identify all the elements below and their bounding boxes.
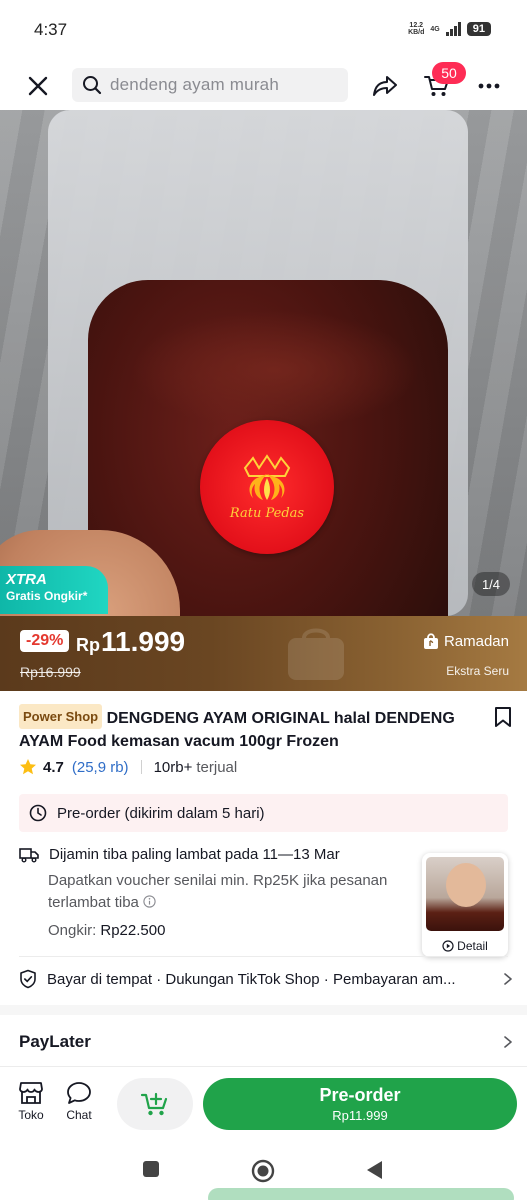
shop-label: Toko — [18, 1108, 44, 1122]
rating-count[interactable]: (25,9 rb) — [72, 759, 129, 776]
search-icon — [83, 76, 102, 95]
services-text: Bayar di tempat · Dukungan TikTok Shop ·… — [47, 970, 456, 988]
network-speed: 12.2 KB/d — [408, 22, 425, 36]
clock-icon — [29, 804, 47, 822]
search-input[interactable]: dendeng ayam murah — [72, 68, 348, 102]
shield-icon — [20, 969, 36, 989]
preorder-button[interactable]: Pre-order Rp11.999 — [203, 1078, 517, 1130]
services-row[interactable]: Bayar di tempat · Dukungan TikTok Shop ·… — [19, 969, 513, 989]
more-options-button[interactable] — [474, 70, 504, 102]
paylater-label: PayLater — [19, 1032, 91, 1051]
share-icon — [373, 76, 397, 96]
add-to-cart-button[interactable] — [117, 1078, 193, 1130]
bookmark-icon[interactable] — [493, 706, 513, 728]
preorder-button-price: Rp11.999 — [332, 1108, 388, 1123]
floating-video-preview[interactable]: Detail — [422, 853, 508, 957]
add-to-cart-icon — [140, 1092, 168, 1116]
status-time: 4:37 — [34, 20, 68, 39]
more-icon — [478, 83, 500, 89]
product-image-gallery[interactable]: Ratu Pedas XTRA Gratis Ongkir* 1/4 — [0, 110, 527, 616]
brand-sticker: Ratu Pedas — [200, 420, 334, 554]
xtra-free-shipping-badge: XTRA Gratis Ongkir* — [0, 566, 108, 614]
sold-label: terjual — [196, 758, 238, 776]
chat-icon — [67, 1082, 91, 1104]
delivery-guarantee: Dijamin tiba paling lambat pada 11—13 Ma… — [49, 846, 340, 863]
cart-count-badge: 50 — [432, 62, 466, 84]
product-title-block: Power Shop DENGDENG AYAM ORIGINAL halal … — [19, 704, 513, 753]
square-nav-icon[interactable] — [142, 1160, 160, 1178]
shipping-cost: Ongkir: Rp22.500 — [48, 922, 166, 939]
preorder-notice: Pre-order (dikirim dalam 5 hari) — [19, 794, 508, 832]
video-thumbnail — [426, 857, 504, 931]
play-icon — [442, 940, 454, 952]
current-price: Rp 11.999 — [76, 626, 186, 657]
status-indicators: 12.2 KB/d 4G 91 — [408, 22, 491, 36]
campaign-tag[interactable]: Ramadan — [422, 632, 509, 650]
bottom-action-bar: Toko Chat Pre-order Rp11.999 — [0, 1066, 527, 1140]
discount-badge: -29% — [20, 630, 70, 652]
chevron-right-icon — [504, 973, 512, 985]
flame-crown-icon — [243, 453, 291, 500]
original-price: Rp16.999 — [20, 664, 81, 680]
circle-nav-icon[interactable] — [251, 1159, 275, 1183]
chat-button[interactable]: Chat — [66, 1081, 92, 1122]
shopping-bag-icon — [423, 633, 438, 649]
store-icon — [19, 1082, 43, 1104]
price-banner: -29% Rp 11.999 Rp16.999 Ramadan Ekstra S… — [0, 616, 527, 691]
video-detail-label: Detail — [422, 939, 508, 953]
ghost-overlay — [0, 1186, 527, 1200]
shop-button[interactable]: Toko — [18, 1081, 44, 1122]
chevron-right-icon — [504, 1036, 512, 1048]
info-icon[interactable] — [143, 895, 156, 908]
campaign-subtitle: Ekstra Seru — [446, 664, 509, 678]
chat-label: Chat — [66, 1108, 92, 1122]
status-bar: 4:37 12.2 KB/d 4G 91 — [0, 0, 527, 60]
late-delivery-voucher: Dapatkan voucher senilai min. Rp25K jika… — [48, 872, 388, 911]
signal-icon — [445, 22, 461, 36]
delivery-info[interactable]: Dijamin tiba paling lambat pada 11—13 Ma… — [19, 846, 419, 939]
product-title: Power Shop DENGDENG AYAM ORIGINAL halal … — [19, 704, 513, 753]
preorder-button-label: Pre-order — [319, 1085, 401, 1105]
share-button[interactable] — [368, 70, 402, 102]
power-shop-badge: Power Shop — [19, 704, 103, 729]
star-icon — [20, 759, 36, 775]
close-button[interactable] — [22, 70, 54, 102]
sticker-brand-text: Ratu Pedas — [229, 505, 305, 521]
rating-score: 4.7 — [43, 758, 64, 776]
gallery-page-indicator: 1/4 — [472, 572, 510, 596]
battery-indicator: 91 — [466, 22, 491, 36]
sold-count: 10rb+ — [153, 758, 193, 776]
tiktok-shop-watermark-icon — [288, 628, 344, 680]
back-nav-icon[interactable] — [366, 1160, 384, 1180]
section-separator — [0, 1005, 527, 1015]
rating-row[interactable]: 4.7 (25,9 rb) 10rb+ terjual — [19, 758, 237, 776]
truck-icon — [19, 847, 39, 862]
top-nav: dendeng ayam murah 50 — [0, 62, 527, 110]
network-type: 4G — [430, 25, 440, 33]
close-icon — [28, 76, 48, 96]
paylater-row[interactable]: PayLater — [19, 1032, 513, 1052]
search-placeholder: dendeng ayam murah — [110, 75, 279, 94]
divider — [19, 956, 508, 957]
